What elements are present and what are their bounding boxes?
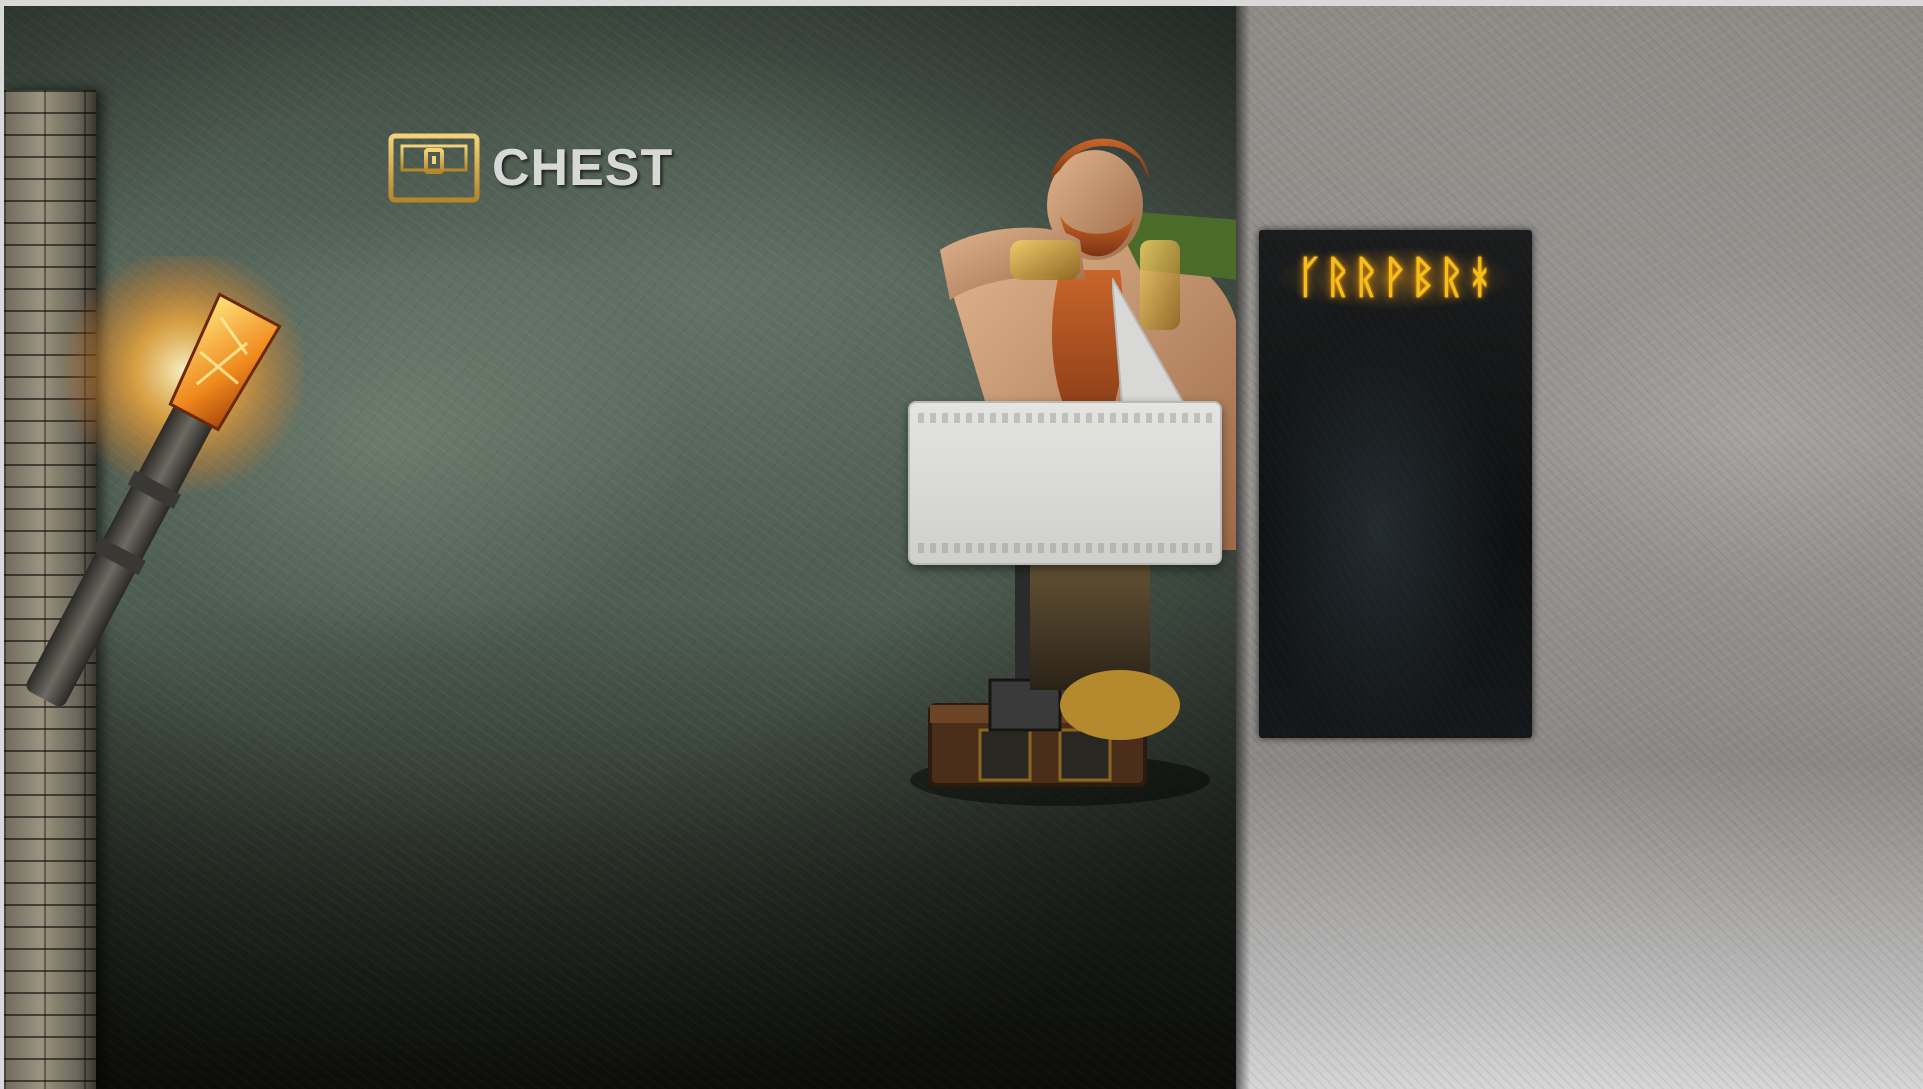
bubble-decor-border-bottom	[918, 543, 1212, 553]
rune-board-label: ᚴᚱᚱᚹᛒᚱᚼ	[1296, 252, 1495, 303]
speech-bubble-tail	[1112, 278, 1184, 404]
game-screen: CHEST ᚴᚱᚱᚹᛒᚱᚼ	[0, 0, 1923, 1089]
speech-bubble	[908, 401, 1222, 565]
rune-board[interactable]: ᚴᚱᚱᚹᛒᚱᚼ	[1259, 230, 1532, 738]
screen-title: CHEST	[388, 132, 673, 204]
panel-edge-shadow	[1236, 6, 1250, 1089]
screen-title-text: CHEST	[492, 139, 674, 197]
torch-icon	[26, 256, 304, 707]
treasure-chest-icon	[388, 133, 480, 203]
bubble-decor-border-top	[918, 413, 1212, 423]
